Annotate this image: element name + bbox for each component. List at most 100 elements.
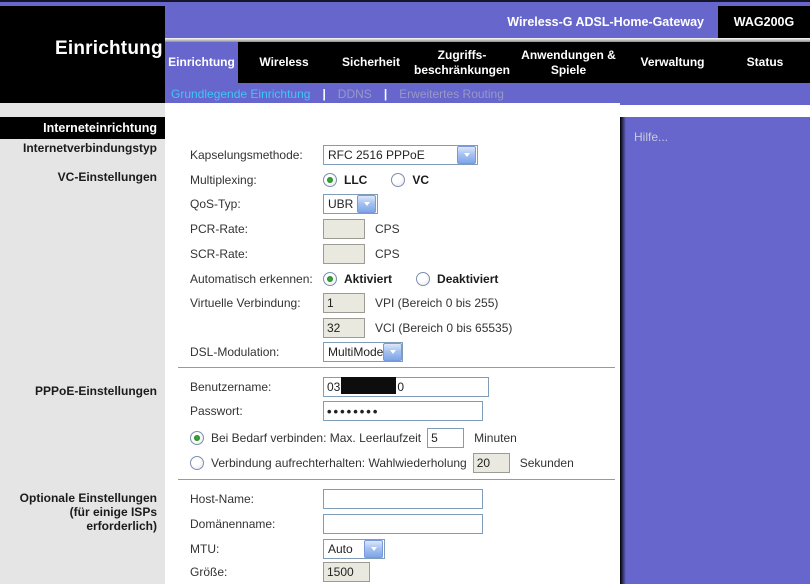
mtu-select[interactable]: Auto [323, 539, 385, 559]
tab-zugriffsbeschraenkungen[interactable]: Zugriffs- beschränkungen [412, 42, 512, 83]
redial-unit: Sekunden [520, 456, 574, 470]
vpi-hint: VPI (Bereich 0 bis 255) [375, 296, 498, 310]
autodetect-on-radio[interactable] [323, 272, 337, 286]
domainname-label: Domänenname: [190, 517, 323, 531]
encapsulation-label: Kapselungsmethode: [190, 148, 323, 162]
tab-label-line1: Zugriffs- [438, 48, 487, 62]
model-box: WAG200G [718, 6, 810, 38]
form-row: Bei Bedarf verbinden: Max. Leerlaufzeit … [190, 427, 614, 449]
sidebar-item-pppoe-einstellungen: PPPoE-Einstellungen [0, 384, 157, 398]
virtual-circuit-label: Virtuelle Verbindung: [190, 296, 323, 310]
tab-wireless[interactable]: Wireless [238, 42, 330, 83]
form-row: PCR-Rate: CPS [190, 218, 614, 240]
section-divider [178, 479, 615, 480]
username-field[interactable]: 03 0 [323, 377, 489, 397]
idle-time-input[interactable] [427, 428, 464, 448]
sidebar-item-optionale-einstellungen-hint: (für einige ISPs erforderlich) [0, 505, 157, 533]
keep-alive-radio[interactable] [190, 456, 204, 470]
pcr-label: PCR-Rate: [190, 222, 323, 236]
password-field[interactable] [323, 401, 483, 421]
sidebar-item-internetverbindungstyp: Internetverbindungstyp [0, 141, 157, 155]
subnav-separator: | [384, 87, 387, 101]
autodetect-on-label: Aktiviert [344, 272, 392, 286]
form-row: SCR-Rate: CPS [190, 243, 614, 265]
llc-radio-label: LLC [344, 173, 367, 187]
tab-status[interactable]: Status [720, 42, 810, 83]
tab-label: Wireless [259, 55, 308, 69]
username-label: Benutzername: [190, 380, 323, 394]
tab-label-line1: Anwendungen & [521, 48, 616, 62]
form-row: QoS-Typ: UBR [190, 193, 614, 215]
form-row: Host-Name: [190, 488, 614, 510]
form-row: Automatisch erkennen: Aktiviert Deaktivi… [190, 268, 614, 290]
form-row: Multiplexing: LLC VC [190, 169, 614, 191]
model-number: WAG200G [734, 15, 794, 29]
section-divider [178, 367, 615, 368]
vc-radio-label: VC [412, 173, 429, 187]
form-row: VCI (Bereich 0 bis 65535) [190, 317, 614, 339]
form-row: Benutzername: 03 0 [190, 376, 614, 398]
tab-einrichtung[interactable]: Einrichtung [165, 42, 238, 83]
mtu-value: Auto [324, 542, 353, 556]
encapsulation-value: RFC 2516 PPPoE [324, 148, 425, 162]
chevron-down-icon [357, 195, 376, 213]
domainname-input[interactable] [323, 514, 483, 534]
dsl-modulation-select[interactable]: MultiMode [323, 342, 403, 362]
sidebar-item-vc-einstellungen: VC-Einstellungen [0, 170, 157, 184]
chevron-down-icon [364, 540, 383, 558]
subnav-link-grundlegende-einrichtung[interactable]: Grundlegende Einrichtung [171, 87, 310, 101]
redial-period-input [473, 453, 510, 473]
autodetect-off-radio[interactable] [416, 272, 430, 286]
tab-label-line2: Spiele [551, 63, 586, 77]
hostname-label: Host-Name: [190, 492, 323, 506]
tab-label-line2: beschränkungen [414, 63, 510, 77]
llc-radio[interactable] [323, 173, 337, 187]
qos-label: QoS-Typ: [190, 197, 323, 211]
size-input [323, 562, 370, 582]
form-row: Passwort: [190, 400, 614, 422]
subnav-bar: Grundlegende Einrichtung | DDNS | Erweit… [165, 83, 810, 105]
subnav-link-erweitertes-routing[interactable]: Erweitertes Routing [399, 87, 504, 101]
form-row: MTU: Auto [190, 538, 614, 560]
chevron-down-icon [457, 146, 476, 164]
help-title: Hilfe... [634, 130, 668, 144]
pcr-unit: CPS [375, 222, 400, 236]
scr-unit: CPS [375, 247, 400, 261]
form-row: Virtuelle Verbindung: VPI (Bereich 0 bis… [190, 292, 614, 314]
subnav-link-ddns[interactable]: DDNS [338, 87, 372, 101]
main-tabbar: Einrichtung Wireless Sicherheit Zugriffs… [165, 42, 810, 83]
scr-input [323, 244, 365, 264]
tab-label: Einrichtung [168, 55, 235, 69]
form-row: DSL-Modulation: MultiMode [190, 341, 614, 363]
vc-radio[interactable] [391, 173, 405, 187]
vci-input [323, 318, 365, 338]
connect-on-demand-radio[interactable] [190, 431, 204, 445]
autodetect-label: Automatisch erkennen: [190, 272, 323, 286]
size-label: Größe: [190, 565, 323, 579]
help-panel: Hilfe... [620, 117, 810, 584]
idle-time-unit: Minuten [474, 431, 517, 445]
form-row: Kapselungsmethode: RFC 2516 PPPoE [190, 144, 614, 166]
keep-alive-label: Verbindung aufrechterhalten: Wahlwiederh… [211, 456, 467, 470]
encapsulation-select[interactable]: RFC 2516 PPPoE [323, 145, 478, 165]
subnav-separator: | [322, 87, 325, 101]
tab-sicherheit[interactable]: Sicherheit [330, 42, 412, 83]
vpi-input [323, 293, 365, 313]
autodetect-off-label: Deaktiviert [437, 272, 498, 286]
tab-anwendungen-spiele[interactable]: Anwendungen & Spiele [512, 42, 625, 83]
qos-value: UBR [324, 197, 353, 211]
tab-verwaltung[interactable]: Verwaltung [625, 42, 720, 83]
hostname-input[interactable] [323, 489, 483, 509]
sidebar-section-interneteinrichtung: Interneteinrichtung [0, 117, 165, 139]
connect-on-demand-label: Bei Bedarf verbinden: Max. Leerlaufzeit [211, 431, 421, 445]
sidebar-item-optionale-einstellungen: Optionale Einstellungen [0, 491, 157, 505]
page-title: Einrichtung [55, 38, 163, 60]
form-row: Domänenname: [190, 513, 614, 535]
dsl-modulation-label: DSL-Modulation: [190, 345, 323, 359]
router-admin-page: Einrichtung Wireless-G ADSL-Home-Gateway… [0, 0, 810, 584]
qos-select[interactable]: UBR [323, 194, 378, 214]
username-suffix: 0 [397, 380, 404, 394]
scr-label: SCR-Rate: [190, 247, 323, 261]
multiplexing-label: Multiplexing: [190, 173, 323, 187]
sidebar: Interneteinrichtung Internetverbindungst… [0, 103, 165, 584]
